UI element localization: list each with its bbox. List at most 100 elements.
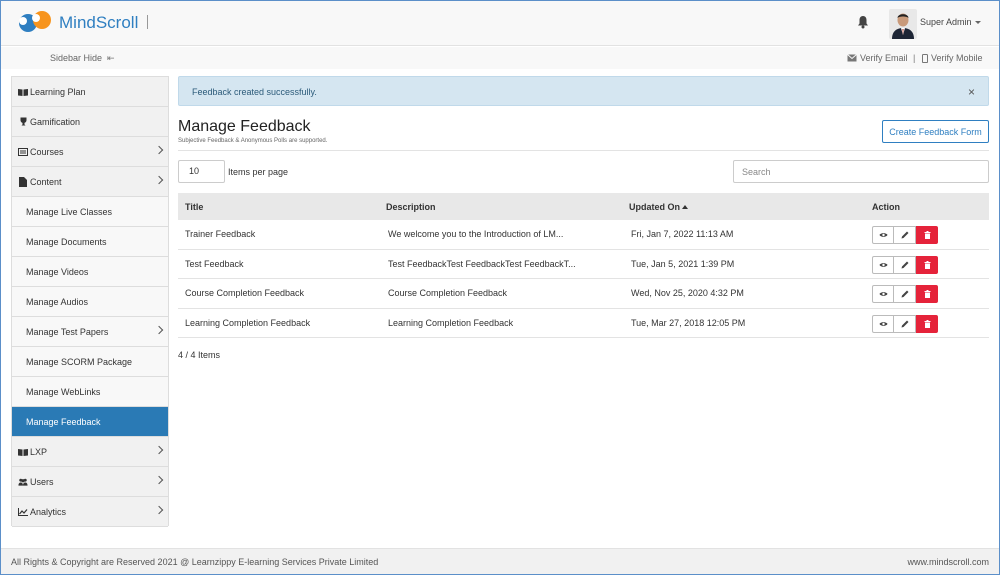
sidebar-item-label: Manage Test Papers	[26, 326, 109, 337]
logo-text: MindScroll	[59, 13, 139, 32]
sidebar-item-manage-documents[interactable]: Manage Documents	[12, 227, 168, 257]
view-button[interactable]	[872, 226, 894, 244]
sidebar-item-label: Gamification	[30, 116, 81, 127]
row-description: Course Completion Feedback	[388, 288, 508, 299]
row-description: Test FeedbackTest FeedbackTest FeedbackT…	[388, 258, 576, 269]
column-action-label: Action	[872, 201, 900, 212]
column-description-label: Description	[386, 201, 436, 212]
sidebar-item-manage-weblinks[interactable]: Manage WebLinks	[12, 377, 168, 407]
row-title: Course Completion Feedback	[185, 288, 305, 299]
sidebar-item-gamification[interactable]: Gamification	[12, 107, 168, 137]
verify-email-label: Verify Email	[860, 53, 908, 63]
row-title: Learning Completion Feedback	[185, 317, 311, 328]
sidebar-item-learning-plan[interactable]: Learning Plan	[12, 77, 168, 107]
verify-email-link[interactable]: Verify Email	[847, 53, 908, 63]
table-row: Trainer Feedback We welcome you to the I…	[178, 220, 989, 250]
sidebar-item-manage-live-classes[interactable]: Manage Live Classes	[12, 197, 168, 227]
sidebar-item-content[interactable]: Content	[12, 167, 168, 197]
column-action: Action	[872, 193, 989, 220]
chevron-right-icon	[154, 505, 164, 515]
sidebar-item-label: Manage Videos	[26, 266, 89, 277]
top-bar: MindScroll Super Admin	[1, 1, 999, 46]
sidebar-item-label: Manage Live Classes	[26, 206, 113, 217]
create-feedback-form-button[interactable]: Create Feedback Form	[882, 120, 989, 143]
pencil-icon	[901, 231, 908, 239]
sidebar-item-lxp[interactable]: LXP	[12, 437, 168, 467]
row-updated: Wed, Nov 25, 2020 4:32 PM	[631, 288, 744, 299]
user-name[interactable]: Super Admin	[920, 17, 972, 27]
edit-button[interactable]	[894, 255, 916, 274]
trash-icon	[924, 260, 930, 269]
mobile-icon	[922, 53, 928, 63]
items-per-page-label: Items per page	[228, 167, 289, 177]
delete-button[interactable]	[916, 314, 938, 333]
pencil-icon	[901, 290, 908, 298]
sidebar-hide-link[interactable]: Sidebar Hide	[50, 53, 102, 63]
edit-button[interactable]	[894, 285, 916, 303]
chevron-right-icon	[154, 145, 164, 155]
sidebar-item-courses[interactable]: Courses	[12, 137, 168, 167]
page-subtitle: Subjective Feedback & Anonymous Polls ar…	[178, 138, 328, 144]
book-icon	[18, 87, 28, 97]
eye-icon	[879, 321, 887, 326]
edit-button[interactable]	[894, 226, 916, 244]
column-title[interactable]: Title	[178, 202, 386, 212]
bell-icon[interactable]	[857, 15, 869, 29]
delete-button[interactable]	[916, 226, 938, 244]
logo[interactable]: MindScroll	[13, 9, 138, 37]
sidebar-item-label: Users	[30, 476, 54, 487]
column-updated-on[interactable]: Updated On	[629, 202, 872, 212]
sidebar-item-label: Content	[30, 176, 62, 187]
sidebar-item-analytics[interactable]: Analytics	[12, 497, 168, 527]
verify-mobile-link[interactable]: Verify Mobile	[922, 53, 983, 63]
book-icon	[18, 447, 28, 457]
view-button[interactable]	[872, 314, 894, 333]
verify-separator: |	[913, 53, 916, 63]
feedback-table: Title Description Updated On Action Trai…	[178, 193, 989, 338]
trophy-icon	[18, 117, 28, 127]
collapse-left-icon[interactable]: ⇤	[107, 53, 115, 64]
delete-button[interactable]	[916, 285, 938, 303]
sidebar-item-users[interactable]: Users	[12, 467, 168, 497]
site-link[interactable]: www.mindscroll.com	[907, 557, 989, 567]
row-actions	[872, 309, 989, 338]
search-input[interactable]	[733, 160, 989, 183]
logo-separator	[147, 15, 148, 29]
close-icon[interactable]: ×	[968, 85, 975, 99]
envelope-icon	[847, 54, 857, 62]
row-updated: Fri, Jan 7, 2022 11:13 AM	[631, 229, 734, 240]
sidebar-item-label: Courses	[30, 146, 64, 157]
eye-icon	[879, 262, 887, 267]
chevron-down-icon[interactable]	[975, 21, 981, 24]
view-button[interactable]	[872, 255, 894, 274]
table-row: Test Feedback Test FeedbackTest Feedback…	[178, 249, 989, 279]
view-button[interactable]	[872, 285, 894, 303]
row-title: Test Feedback	[185, 258, 244, 269]
file-icon	[18, 176, 28, 187]
chevron-right-icon	[154, 445, 164, 455]
courses-icon	[18, 147, 28, 157]
sidebar-item-label: Learning Plan	[30, 86, 86, 97]
sidebar-item-label: Analytics	[30, 506, 67, 517]
items-per-page-input[interactable]: 10	[178, 160, 225, 183]
sidebar-item-label: Manage WebLinks	[26, 386, 101, 397]
sidebar-item-label: LXP	[30, 446, 48, 457]
sidebar-item-manage-videos[interactable]: Manage Videos	[12, 257, 168, 287]
column-description[interactable]: Description	[386, 202, 629, 212]
row-actions	[872, 250, 989, 279]
sidebar-item-label: Manage Audios	[26, 296, 89, 307]
table-header: Title Description Updated On Action	[178, 193, 989, 220]
sidebar-item-manage-audios[interactable]: Manage Audios	[12, 287, 168, 317]
avatar[interactable]	[889, 9, 917, 39]
sidebar-item-manage-test-papers[interactable]: Manage Test Papers	[12, 317, 168, 347]
divider	[178, 150, 989, 151]
success-alert: Feedback created successfully. ×	[178, 76, 989, 106]
row-updated: Tue, Jan 5, 2021 1:39 PM	[631, 258, 735, 269]
sidebar-item-manage-scorm-package[interactable]: Manage SCORM Package	[12, 347, 168, 377]
eye-icon	[879, 292, 887, 296]
sub-bar: Sidebar Hide ⇤ Verify Email | Verify Mob…	[1, 47, 999, 69]
copyright-text: All Rights & Copyright are Reserved 2021…	[11, 557, 379, 567]
sidebar-item-manage-feedback[interactable]: Manage Feedback	[12, 407, 168, 437]
edit-button[interactable]	[894, 314, 916, 333]
delete-button[interactable]	[916, 255, 938, 274]
